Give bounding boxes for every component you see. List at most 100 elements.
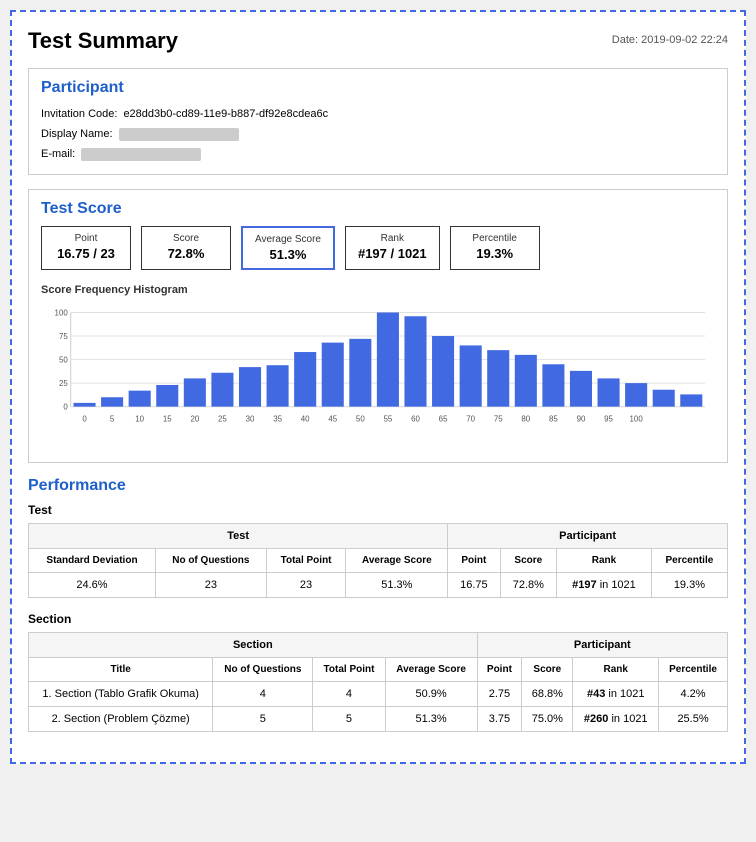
table-cell: 2.75 <box>477 682 522 707</box>
participant-info: Invitation Code: e28dd3b0-cd89-11e9-b887… <box>41 105 715 164</box>
table-cell: 4 <box>213 682 313 707</box>
histogram-svg: 0255075100051015202530354045505560657075… <box>41 302 715 432</box>
invitation-label: Invitation Code: <box>41 105 117 125</box>
card-label: Point <box>54 233 118 244</box>
col-header: Total Point <box>266 549 346 573</box>
table-cell: 1. Section (Tablo Grafik Okuma) <box>29 682 213 707</box>
col-header: Standard Deviation <box>29 549 156 573</box>
col-header: No of Questions <box>156 549 267 573</box>
table-cell: 4 <box>313 682 385 707</box>
svg-text:10: 10 <box>135 415 144 424</box>
table-cell: #260 in 1021 <box>573 707 659 732</box>
col-header: Rank <box>557 549 652 573</box>
table-cell: 25.5% <box>659 707 728 732</box>
svg-text:50: 50 <box>356 415 365 424</box>
performance-title: Performance <box>28 477 728 495</box>
col-header: Total Point <box>313 658 385 682</box>
table-cell: #43 in 1021 <box>573 682 659 707</box>
email-row: E-mail: <box>41 145 715 165</box>
svg-text:40: 40 <box>301 415 310 424</box>
card-value: 51.3% <box>255 247 321 262</box>
table-cell: #197 in 1021 <box>557 573 652 598</box>
svg-text:85: 85 <box>549 415 558 424</box>
page-date: Date: 2019-09-02 22:24 <box>612 34 728 46</box>
table-cell: 50.9% <box>385 682 477 707</box>
table-cell: 5 <box>313 707 385 732</box>
page-title: Test Summary <box>28 28 178 54</box>
svg-text:15: 15 <box>163 415 172 424</box>
svg-text:30: 30 <box>246 415 255 424</box>
card-label: Rank <box>358 233 427 244</box>
col-header: Score <box>500 549 557 573</box>
col-header: Rank <box>573 658 659 682</box>
participant-title: Participant <box>41 79 715 97</box>
svg-text:35: 35 <box>273 415 282 424</box>
col-header: Point <box>477 658 522 682</box>
performance-section: Performance Test Test Participant Standa… <box>28 477 728 732</box>
svg-text:75: 75 <box>494 415 503 424</box>
svg-text:45: 45 <box>328 415 337 424</box>
card-value: 72.8% <box>154 246 218 261</box>
histogram-title: Score Frequency Histogram <box>41 284 715 296</box>
col-header: Percentile <box>659 658 728 682</box>
email-value <box>81 148 201 161</box>
table-cell: 75.0% <box>522 707 573 732</box>
card-value: 16.75 / 23 <box>54 246 118 261</box>
email-label: E-mail: <box>41 145 75 165</box>
invitation-row: Invitation Code: e28dd3b0-cd89-11e9-b887… <box>41 105 715 125</box>
table-cell: 24.6% <box>29 573 156 598</box>
display-name-row: Display Name: <box>41 125 715 145</box>
test-score-section: Test Score Point 16.75 / 23 Score 72.8% Aver… <box>28 189 728 463</box>
svg-text:25: 25 <box>218 415 227 424</box>
table-cell: 5 <box>213 707 313 732</box>
histogram-container: 0255075100051015202530354045505560657075… <box>41 302 715 442</box>
card-value: #197 / 1021 <box>358 246 427 261</box>
svg-text:0: 0 <box>82 415 87 424</box>
display-name-value <box>119 128 239 141</box>
invitation-value: e28dd3b0-cd89-11e9-b887-df92e8cdea6c <box>123 105 328 125</box>
display-name-label: Display Name: <box>41 125 113 145</box>
table-cell: 4.2% <box>659 682 728 707</box>
card-label: Percentile <box>463 233 527 244</box>
test-score-title: Test Score <box>41 200 715 218</box>
col-header: Average Score <box>346 549 448 573</box>
table-cell: 72.8% <box>500 573 557 598</box>
score-card: Score 72.8% <box>141 226 231 270</box>
table-cell: 19.3% <box>651 573 727 598</box>
svg-text:55: 55 <box>384 415 393 424</box>
col-header: Score <box>522 658 573 682</box>
page-container: Test Summary Date: 2019-09-02 22:24 Part… <box>10 10 746 764</box>
svg-text:25: 25 <box>59 379 68 388</box>
score-card: Average Score 51.3% <box>241 226 335 270</box>
svg-text:65: 65 <box>439 415 448 424</box>
col-header: Average Score <box>385 658 477 682</box>
test-sub-label: Test <box>28 503 728 517</box>
svg-text:5: 5 <box>110 415 115 424</box>
test-table: Test Participant Standard DeviationNo of… <box>28 523 728 598</box>
histogram-section: Score Frequency Histogram 02550751000510… <box>41 284 715 442</box>
card-label: Score <box>154 233 218 244</box>
test-group-header: Test <box>29 524 448 549</box>
section-group-header: Section <box>29 633 478 658</box>
table-cell: 51.3% <box>385 707 477 732</box>
score-cards: Point 16.75 / 23 Score 72.8% Average Score 51… <box>41 226 715 270</box>
col-header: Point <box>448 549 500 573</box>
svg-text:75: 75 <box>59 332 68 341</box>
table-cell: 23 <box>266 573 346 598</box>
card-label: Average Score <box>255 234 321 245</box>
score-card: Rank #197 / 1021 <box>345 226 440 270</box>
table-cell: 16.75 <box>448 573 500 598</box>
svg-text:70: 70 <box>466 415 475 424</box>
card-value: 19.3% <box>463 246 527 261</box>
svg-text:80: 80 <box>521 415 530 424</box>
table-cell: 51.3% <box>346 573 448 598</box>
svg-text:100: 100 <box>630 415 644 424</box>
section-participant-header: Participant <box>477 633 727 658</box>
participant-group-header: Participant <box>448 524 728 549</box>
table-cell: 68.8% <box>522 682 573 707</box>
col-header: No of Questions <box>213 658 313 682</box>
col-header: Percentile <box>651 549 727 573</box>
section-sub-label: Section <box>28 612 728 626</box>
table-cell: 2. Section (Problem Çözme) <box>29 707 213 732</box>
section-table: Section Participant TitleNo of Questions… <box>28 632 728 732</box>
